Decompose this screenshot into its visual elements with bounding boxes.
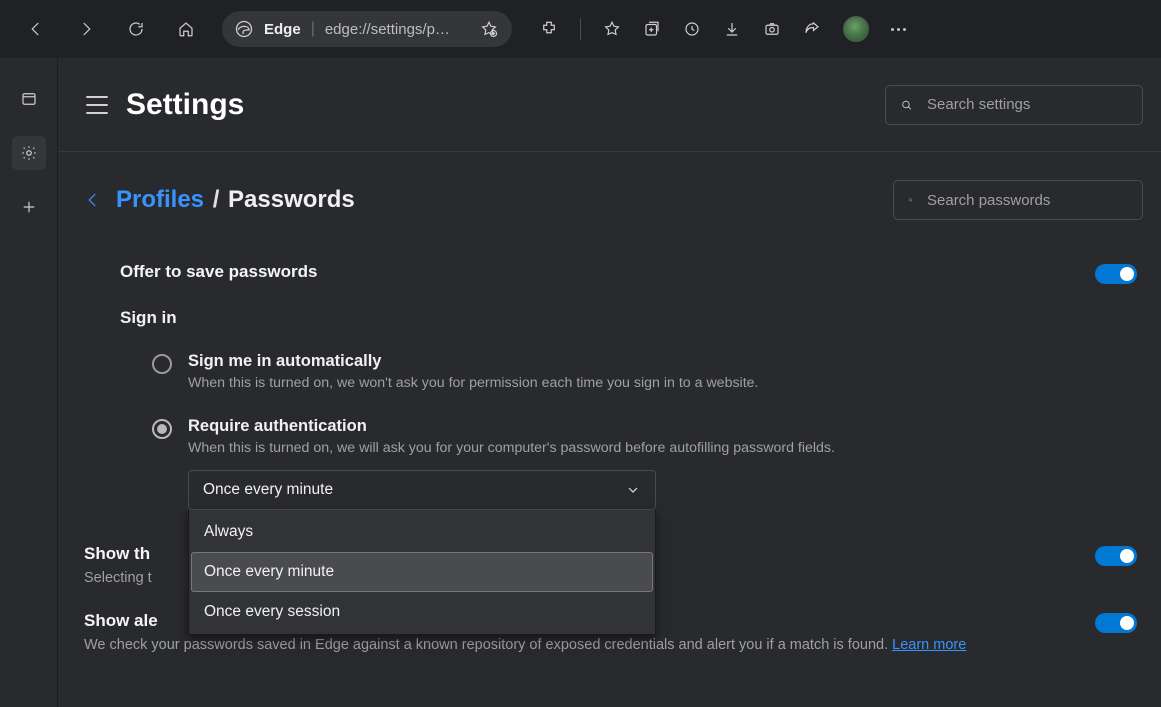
vertical-tabs-button[interactable]	[12, 82, 46, 116]
arrow-left-icon	[27, 20, 45, 38]
signin-section-title: Sign in	[120, 308, 1137, 328]
address-separator: |	[311, 20, 315, 38]
settings-search-input[interactable]	[925, 95, 1128, 114]
screenshot-icon[interactable]	[763, 20, 781, 38]
downloads-icon[interactable]	[723, 20, 741, 38]
home-icon	[177, 20, 195, 38]
nav-back-button[interactable]	[22, 15, 50, 43]
signin-require-auth-label: Require authentication	[188, 417, 1137, 436]
auth-frequency-value: Once every minute	[203, 481, 333, 499]
profile-avatar[interactable]	[843, 16, 869, 42]
offer-save-passwords-label: Offer to save passwords	[120, 262, 317, 282]
auth-option-once-every-session[interactable]: Once every session	[191, 592, 653, 632]
gear-icon	[20, 144, 38, 162]
show-reveal-button-toggle[interactable]	[1095, 546, 1137, 566]
show-alerts-toggle[interactable]	[1095, 613, 1137, 633]
home-button[interactable]	[172, 15, 200, 43]
address-url: edge://settings/p…	[325, 21, 450, 38]
address-bar[interactable]: Edge | edge://settings/p…	[222, 11, 512, 47]
tab-panel-icon	[20, 90, 38, 108]
reload-icon	[127, 20, 145, 38]
arrow-right-icon	[77, 20, 95, 38]
signin-auto-label: Sign me in automatically	[188, 352, 1137, 371]
settings-search[interactable]	[885, 85, 1143, 125]
breadcrumb-parent-link[interactable]: Profiles	[116, 186, 204, 213]
share-icon[interactable]	[803, 20, 821, 38]
show-alerts-desc: We check your passwords saved in Edge ag…	[84, 635, 966, 656]
auth-frequency-dropdown: Always Once every minute Once every sess…	[188, 510, 656, 635]
breadcrumb-current: Passwords	[228, 186, 355, 213]
chevron-down-icon	[625, 482, 641, 498]
signin-require-auth-desc: When this is turned on, we will ask you …	[188, 440, 1137, 456]
learn-more-link[interactable]: Learn more	[892, 637, 966, 653]
passwords-search-input[interactable]	[925, 191, 1128, 210]
address-app-name: Edge	[264, 21, 301, 38]
new-tab-button[interactable]	[12, 190, 46, 224]
nav-forward-button[interactable]	[72, 15, 100, 43]
collections-icon[interactable]	[643, 20, 661, 38]
more-menu-button[interactable]	[891, 28, 906, 31]
search-icon	[908, 191, 913, 209]
breadcrumb-separator: /	[213, 186, 220, 213]
search-icon	[900, 96, 913, 114]
breadcrumb: Profiles / Passwords	[116, 186, 355, 214]
signin-auto-desc: When this is turned on, we won't ask you…	[188, 375, 1137, 391]
auth-option-once-every-minute[interactable]: Once every minute	[191, 552, 653, 592]
favorites-icon[interactable]	[603, 20, 621, 38]
plus-icon	[20, 198, 38, 216]
signin-auto-radio[interactable]	[152, 354, 172, 374]
settings-tab-button[interactable]	[12, 136, 46, 170]
breadcrumb-back-button[interactable]	[84, 191, 102, 209]
passwords-search[interactable]	[893, 180, 1143, 220]
history-icon[interactable]	[683, 20, 701, 38]
auth-option-always[interactable]: Always	[191, 512, 653, 552]
reload-button[interactable]	[122, 15, 150, 43]
toolbar-divider	[580, 18, 581, 40]
edge-logo-icon	[234, 19, 254, 39]
extensions-icon[interactable]	[540, 20, 558, 38]
offer-save-passwords-toggle[interactable]	[1095, 264, 1137, 284]
page-title: Settings	[126, 88, 244, 122]
auth-frequency-select[interactable]: Once every minute	[188, 470, 656, 510]
settings-menu-button[interactable]	[86, 96, 108, 114]
add-favorite-icon[interactable]	[480, 20, 498, 38]
signin-require-auth-radio[interactable]	[152, 419, 172, 439]
